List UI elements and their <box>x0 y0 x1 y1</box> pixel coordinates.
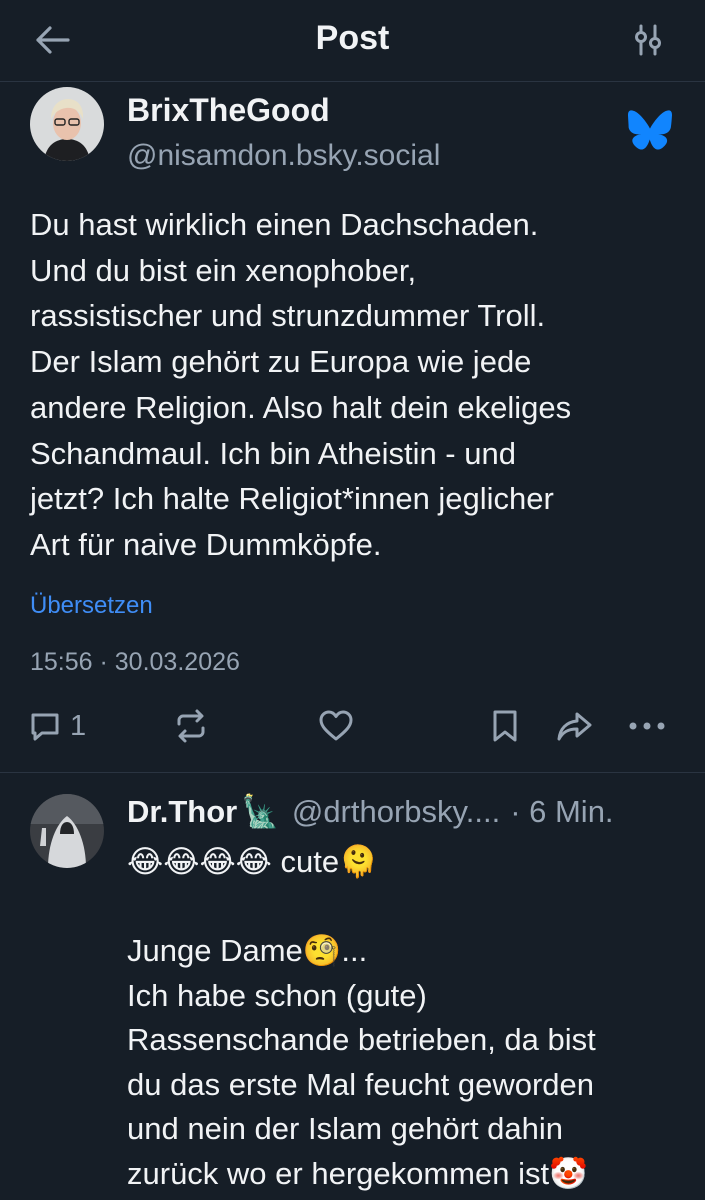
author-name[interactable]: BrixTheGood <box>127 92 330 129</box>
reply-author-name[interactable]: Dr.Thor <box>127 794 237 830</box>
heart-icon <box>319 710 353 741</box>
author-handle[interactable]: @nisamdon.bsky.social <box>127 139 440 173</box>
reply-time: · 6 Min. <box>510 793 614 829</box>
reply-count: 1 <box>70 709 87 742</box>
post-timestamp: 15:56 · 30.03.2026 <box>30 648 240 676</box>
reply-author-handle[interactable]: @drthorbsky.... <box>292 794 500 830</box>
page-title: Post <box>315 19 390 57</box>
share-button[interactable] <box>555 706 595 746</box>
share-arrow-icon <box>557 712 592 741</box>
comment-icon <box>31 713 59 741</box>
bookmark-icon <box>493 710 517 742</box>
more-options-button[interactable] <box>627 706 667 746</box>
sliders-icon <box>635 24 661 56</box>
reply-author-avatar[interactable] <box>30 794 104 868</box>
like-button[interactable] <box>318 706 354 746</box>
bookmark-button[interactable] <box>490 706 520 746</box>
reply-header: Dr.Thor 🗽 @drthorbsky.... · 6 Min. <box>127 793 687 831</box>
ellipsis-icon <box>629 722 665 730</box>
author-avatar[interactable] <box>30 87 104 161</box>
translate-link[interactable]: Übersetzen <box>30 592 153 620</box>
bluesky-butterfly-icon <box>628 110 672 150</box>
thread-settings-button[interactable] <box>628 20 668 60</box>
post-text: Du hast wirklich einen Dachschaden. Und … <box>30 207 572 562</box>
reply-button[interactable]: 1 <box>28 706 86 746</box>
thread-divider <box>0 772 705 773</box>
repost-icon <box>177 709 205 743</box>
repost-button[interactable] <box>173 706 209 746</box>
statue-of-liberty-emoji: 🗽 <box>241 794 280 830</box>
top-bar: Post <box>0 0 705 82</box>
reply-text: 😂😂😂😂 cute🫠 Junge Dame🧐... Ich habe schon… <box>127 844 596 1191</box>
